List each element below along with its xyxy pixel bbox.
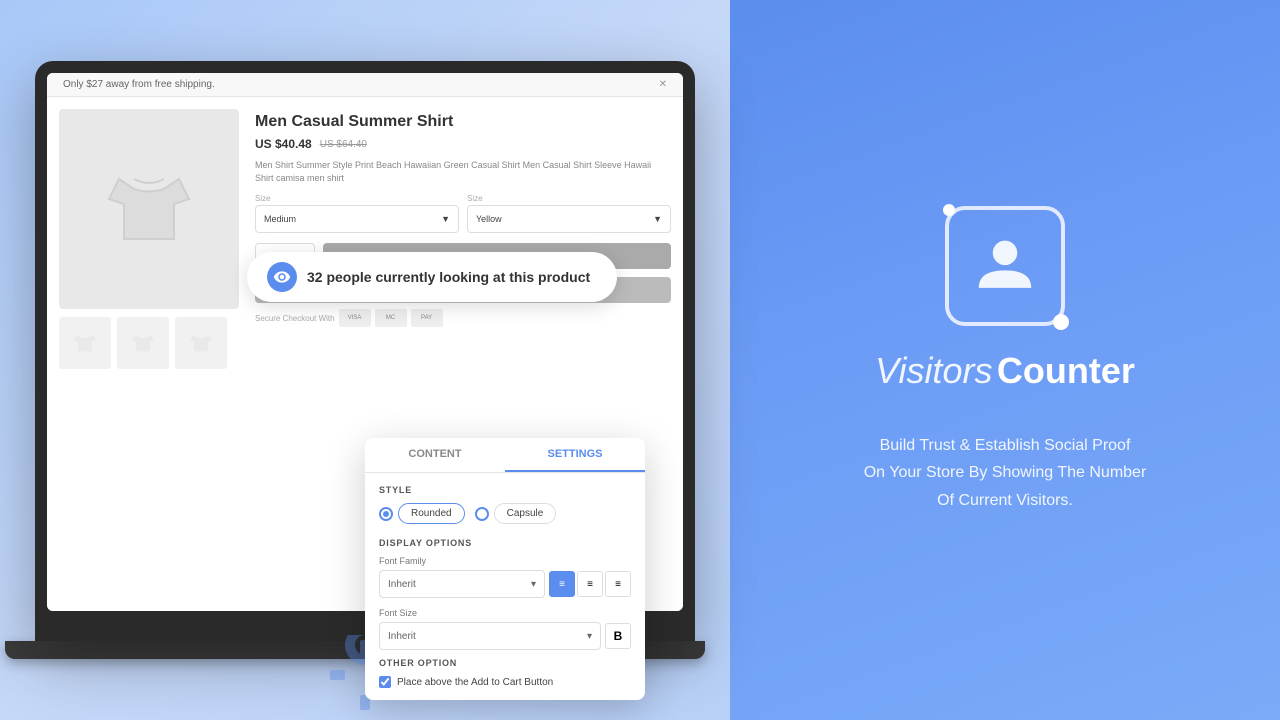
icon-dot-topleft (943, 204, 955, 216)
checkbox-row: Place above the Add to Cart Button (379, 676, 631, 688)
payment-icons: VISA MC PAY (339, 309, 443, 327)
display-section-label: DISPLAY OPTIONS (379, 538, 631, 548)
price-original: US $64.40 (320, 139, 367, 150)
checkout-row: Secure Checkout With VISA MC PAY (255, 309, 671, 327)
thumbnail-2[interactable] (117, 317, 169, 369)
radio-dot-rounded (379, 507, 393, 521)
shipping-bar-close[interactable]: ✕ (659, 79, 667, 90)
align-center-btn[interactable]: ≡ (577, 571, 603, 597)
visa-icon: VISA (339, 309, 371, 327)
color-label: Size (467, 194, 671, 203)
pay-icon: PAY (411, 309, 443, 327)
panel-body: STYLE Rounded Capsule DISPLAY OPTIONS Fo… (365, 473, 645, 700)
bold-button[interactable]: B (605, 623, 631, 649)
app-title: Visitors Counter (875, 350, 1135, 392)
size-select[interactable]: Medium ▼ (255, 205, 459, 233)
shirt-svg-icon (99, 159, 199, 259)
product-image-area (59, 109, 239, 369)
font-family-label: Font Family (379, 556, 631, 566)
rounded-btn[interactable]: Rounded (398, 503, 465, 524)
app-title-italic: Visitors (875, 350, 992, 391)
color-select-container: Size Yellow ▼ (467, 194, 671, 233)
app-title-bold: Counter (997, 350, 1135, 391)
font-family-dropdown[interactable]: Inherit ▾ (379, 570, 545, 598)
eye-svg (273, 268, 291, 286)
app-subtitle: Build Trust & Establish Social Proof On … (864, 432, 1147, 514)
subtitle-line1: Build Trust & Establish Social Proof (880, 437, 1131, 454)
visitor-counter-text: 32 people currently looking at this prod… (307, 269, 590, 285)
style-section-label: STYLE (379, 485, 631, 495)
checkbox-label: Place above the Add to Cart Button (397, 677, 553, 688)
place-above-checkbox[interactable] (379, 676, 391, 688)
product-main-image (59, 109, 239, 309)
display-options-section: DISPLAY OPTIONS Font Family Inherit ▾ ≡ … (379, 538, 631, 598)
subtitle-line3: Of Current Visitors. (937, 492, 1073, 509)
font-size-label: Font Size (379, 608, 631, 618)
subtitle-line2: On Your Store By Showing The Number (864, 464, 1147, 481)
radio-dot-capsule (475, 507, 489, 521)
select-row: Size Medium ▼ Size (255, 194, 671, 233)
font-size-dropdown[interactable]: Inherit ▾ (379, 622, 601, 650)
price-current: US $40.48 (255, 137, 312, 151)
tab-settings[interactable]: SETTINGS (505, 438, 645, 472)
icon-dot-bottomright (1053, 314, 1069, 330)
product-title: Men Casual Summer Shirt (255, 113, 671, 131)
radio-capsule[interactable]: Capsule (475, 503, 557, 524)
laptop-container: Only $27 away from free shipping. ✕ (25, 30, 705, 690)
shipping-bar-text: Only $27 away from free shipping. (63, 79, 215, 90)
right-panel: Visitors Counter Build Trust & Establish… (730, 0, 1280, 720)
shipping-bar: Only $27 away from free shipping. ✕ (47, 73, 683, 97)
product-details: Men Casual Summer Shirt US $40.48 US $64… (255, 109, 671, 369)
app-icon-frame (945, 206, 1065, 326)
product-area: Men Casual Summer Shirt US $40.48 US $64… (47, 97, 683, 381)
product-price-row: US $40.48 US $64.40 (255, 137, 671, 151)
style-options: Rounded Capsule (379, 503, 631, 524)
font-size-row: Inherit ▾ B (379, 622, 631, 650)
product-thumbnails (59, 317, 239, 369)
panel-tabs: CONTENT SETTINGS (365, 438, 645, 473)
product-description: Men Shirt Summer Style Print Beach Hawai… (255, 159, 671, 184)
mastercard-icon: MC (375, 309, 407, 327)
visitor-counter-badge: 32 people currently looking at this prod… (247, 252, 617, 302)
thumbnail-3[interactable] (175, 317, 227, 369)
other-option-section: OTHER OPTION Place above the Add to Cart… (379, 658, 631, 688)
other-section-label: OTHER OPTION (379, 658, 631, 668)
person-svg-icon (970, 231, 1040, 301)
size-label: Size (255, 194, 459, 203)
eye-icon (267, 262, 297, 292)
align-right-btn[interactable]: ≡ (605, 571, 631, 597)
font-family-row: Inherit ▾ ≡ ≡ ≡ (379, 570, 631, 598)
checkout-text: Secure Checkout With (255, 314, 335, 323)
radio-rounded[interactable]: Rounded (379, 503, 465, 524)
align-buttons: ≡ ≡ ≡ (549, 571, 631, 597)
color-select[interactable]: Yellow ▼ (467, 205, 671, 233)
tab-content[interactable]: CONTENT (365, 438, 505, 472)
left-panel: Only $27 away from free shipping. ✕ (0, 0, 730, 720)
align-left-btn[interactable]: ≡ (549, 571, 575, 597)
thumbnail-1[interactable] (59, 317, 111, 369)
capsule-btn[interactable]: Capsule (494, 503, 557, 524)
settings-panel: CONTENT SETTINGS STYLE Rounded Capsule (365, 438, 645, 700)
size-select-container: Size Medium ▼ (255, 194, 459, 233)
